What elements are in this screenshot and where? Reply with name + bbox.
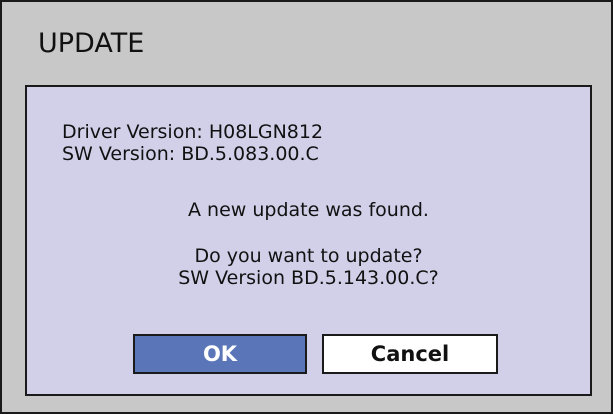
cancel-button[interactable]: Cancel	[322, 334, 498, 374]
ok-button[interactable]: OK	[133, 334, 307, 374]
update-dialog-panel: Driver Version: H08LGN812 SW Version: BD…	[25, 85, 592, 396]
sw-version-text: SW Version: BD.5.083.00.C	[62, 143, 319, 165]
update-question: Do you want to update? SW Version BD.5.1…	[27, 245, 590, 289]
driver-version-text: Driver Version: H08LGN812	[62, 121, 324, 143]
update-found-message: A new update was found.	[188, 199, 429, 221]
version-info: Driver Version: H08LGN812 SW Version: BD…	[62, 121, 323, 165]
update-window: UPDATE Driver Version: H08LGN812 SW Vers…	[0, 0, 613, 414]
update-question-line: Do you want to update?	[194, 245, 423, 267]
window-title: UPDATE	[38, 28, 145, 59]
new-sw-version-line: SW Version BD.5.143.00.C?	[178, 267, 439, 289]
